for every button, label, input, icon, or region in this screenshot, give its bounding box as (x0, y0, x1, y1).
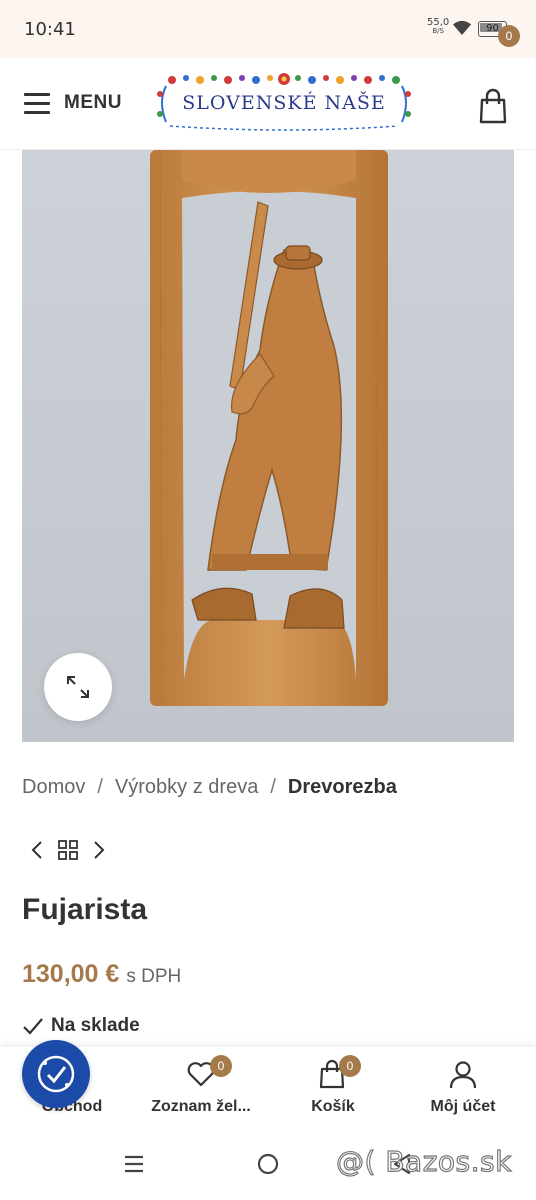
breadcrumb-separator: / (97, 776, 103, 798)
recent-apps-icon[interactable] (121, 1151, 147, 1177)
menu-label: MENU (64, 92, 122, 113)
hamburger-icon (24, 93, 50, 114)
wifi-icon (453, 20, 471, 35)
breadcrumb-wood-products-link[interactable]: Výrobky z dreva (115, 776, 258, 804)
product-title: Fujarista (22, 893, 148, 926)
toolbar-cart-label: Košík (311, 1098, 355, 1115)
product-image[interactable] (22, 150, 514, 742)
woodcarving-image (22, 150, 514, 742)
site-logo[interactable]: SLOVENSKÉ NAŠE (152, 72, 416, 132)
back-to-shop-grid-icon[interactable] (56, 838, 80, 862)
home-circle-icon[interactable] (255, 1151, 281, 1177)
toolbar-account-label: Môj účet (430, 1098, 496, 1115)
accessibility-icon (37, 1055, 75, 1093)
breadcrumb-separator: / (270, 776, 276, 798)
price-row: 130,00 € s DPH (22, 960, 181, 989)
user-icon (449, 1061, 477, 1089)
stock-label: Na sklade (51, 1015, 140, 1036)
network-speed: 55,0 B/S (427, 18, 449, 36)
stock-status: Na sklade (22, 1015, 140, 1037)
breadcrumb-current: Drevorezba (287, 776, 397, 798)
next-product-chevron-right-icon[interactable] (86, 838, 110, 862)
bazos-watermark: @( Bazos.sk (335, 1144, 512, 1178)
price-tax-suffix: s DPH (126, 966, 182, 987)
expand-icon (67, 676, 89, 698)
toolbar-cart[interactable]: 0 Košík (266, 1047, 400, 1127)
header-cart-count-badge: 0 (498, 25, 520, 47)
cart-count-badge: 0 (339, 1055, 361, 1077)
toolbar-account[interactable]: Môj účet (396, 1047, 530, 1127)
network-speed-unit: B/S (432, 27, 444, 35)
shopping-bag-icon (479, 88, 507, 124)
menu-button[interactable]: MENU (24, 88, 122, 118)
zoom-button[interactable] (44, 653, 112, 721)
status-time: 10:41 (24, 19, 76, 40)
site-header: MENU SLOVENSKÉ NAŠE (0, 58, 536, 150)
check-icon (23, 1018, 43, 1035)
toolbar-wishlist-label: Zoznam žel... (151, 1098, 251, 1115)
product-price: 130,00 € (22, 960, 120, 988)
accessibility-button[interactable] (22, 1040, 90, 1108)
status-bar: 10:41 55,0 B/S 90 (0, 0, 536, 58)
product-navigation (26, 838, 116, 862)
header-cart-button[interactable] (476, 86, 516, 126)
breadcrumb: Domov / Výrobky z dreva / Drevorezba (22, 776, 397, 804)
wishlist-count-badge: 0 (210, 1055, 232, 1077)
breadcrumb-home-link[interactable]: Domov (22, 776, 85, 804)
logo-text: SLOVENSKÉ NAŠE (182, 92, 386, 114)
previous-product-chevron-left-icon[interactable] (26, 838, 50, 862)
toolbar-wishlist[interactable]: 0 Zoznam žel... (134, 1047, 268, 1127)
